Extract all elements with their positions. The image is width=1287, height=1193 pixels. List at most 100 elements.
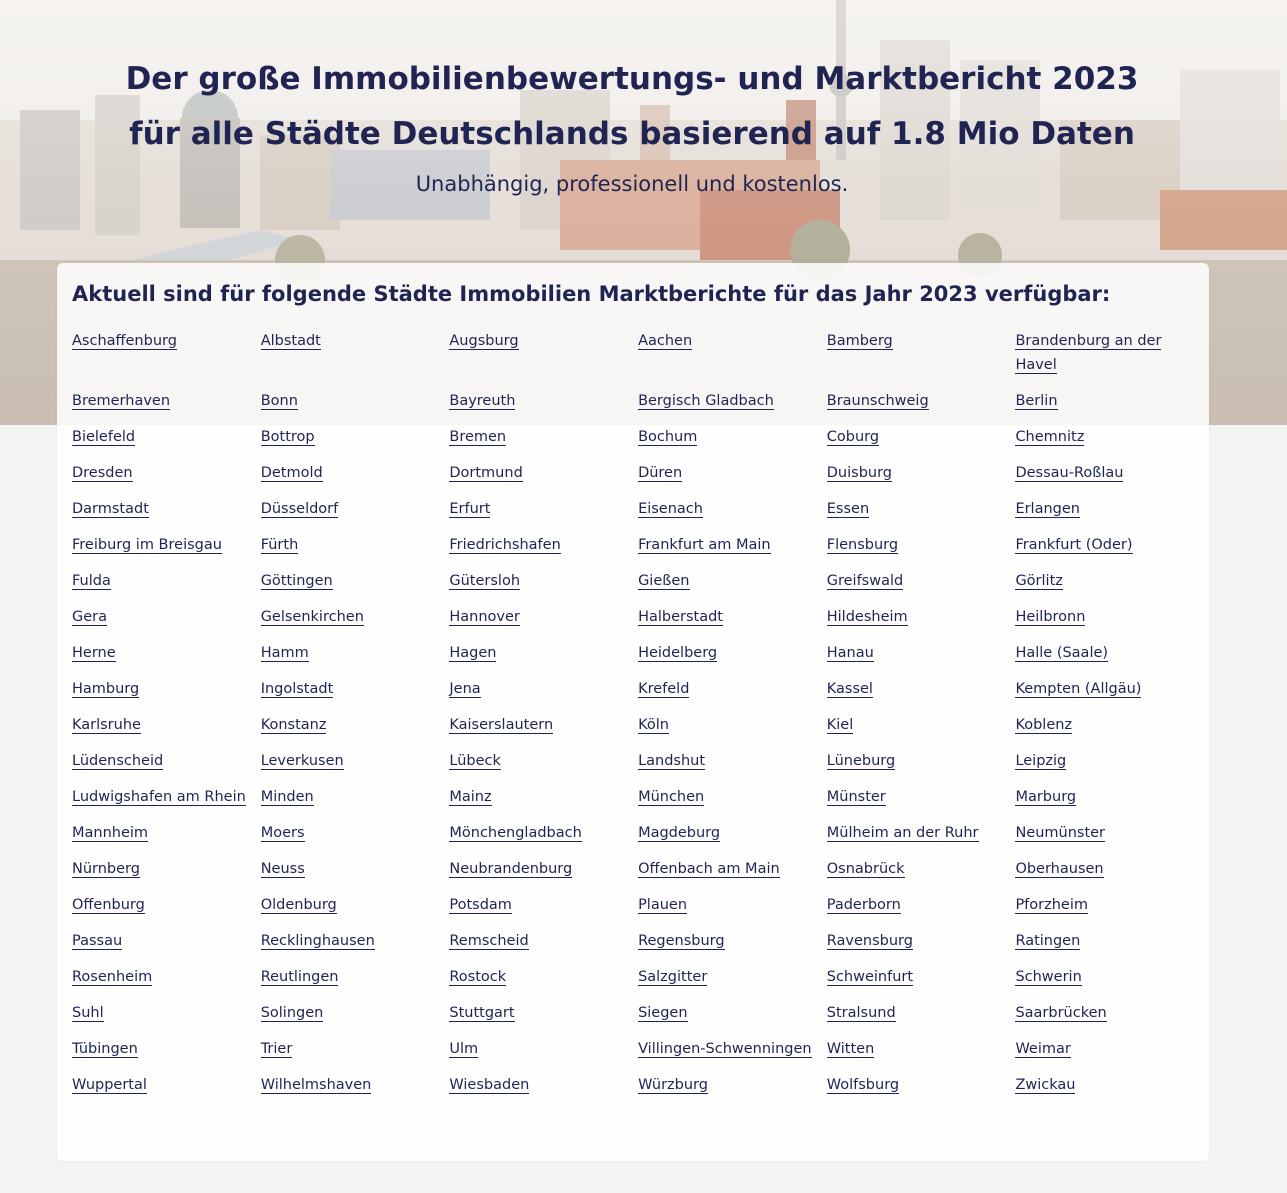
city-link[interactable]: Villingen-Schwenningen (638, 1041, 812, 1058)
city-link[interactable]: Oberhausen (1015, 861, 1104, 878)
city-link[interactable]: Potsdam (449, 897, 512, 914)
city-link[interactable]: Koblenz (1015, 717, 1073, 734)
city-link[interactable]: Brandenburg an der Havel (1015, 333, 1162, 374)
city-link[interactable]: Kaiserslautern (449, 717, 554, 734)
city-link[interactable]: Neuss (260, 861, 305, 878)
city-link[interactable]: Remscheid (449, 933, 529, 950)
city-link[interactable]: Göttingen (260, 573, 333, 590)
city-link[interactable]: Fulda (72, 573, 111, 590)
city-link[interactable]: Bonn (260, 393, 298, 410)
city-link[interactable]: Witten (826, 1041, 875, 1058)
city-link[interactable]: Augsburg (449, 333, 519, 350)
city-link[interactable]: Lübeck (449, 753, 501, 770)
city-link[interactable]: Neubrandenburg (449, 861, 573, 878)
city-link[interactable]: Berlin (1015, 393, 1058, 410)
city-link[interactable]: Bamberg (826, 333, 893, 350)
city-link[interactable]: Karlsruhe (72, 717, 141, 734)
city-link[interactable]: Weimar (1015, 1041, 1071, 1058)
city-link[interactable]: Stralsund (826, 1005, 896, 1022)
city-link[interactable]: Plauen (638, 897, 688, 914)
city-link[interactable]: Halle (Saale) (1015, 645, 1109, 662)
city-link[interactable]: Bochum (638, 429, 698, 446)
city-link[interactable]: Fürth (260, 537, 299, 554)
city-link[interactable]: Coburg (826, 429, 880, 446)
city-link[interactable]: München (638, 789, 705, 806)
city-link[interactable]: Münster (826, 789, 886, 806)
city-link[interactable]: Landshut (638, 753, 706, 770)
city-link[interactable]: Aschaffenburg (72, 333, 177, 350)
city-link[interactable]: Braunschweig (826, 393, 929, 410)
city-link[interactable]: Dessau-Roßlau (1015, 465, 1124, 482)
city-link[interactable]: Aachen (638, 333, 693, 350)
city-link[interactable]: Friedrichshafen (449, 537, 561, 554)
city-link[interactable]: Oldenburg (260, 897, 337, 914)
city-link[interactable]: Erlangen (1015, 501, 1080, 518)
city-link[interactable]: Görlitz (1015, 573, 1063, 590)
city-link[interactable]: Offenburg (72, 897, 145, 914)
city-link[interactable]: Mannheim (72, 825, 149, 842)
city-link[interactable]: Wuppertal (72, 1077, 147, 1094)
city-link[interactable]: Erfurt (449, 501, 491, 518)
city-link[interactable]: Ratingen (1015, 933, 1081, 950)
city-link[interactable]: Düsseldorf (260, 501, 339, 518)
city-link[interactable]: Offenbach am Main (638, 861, 780, 878)
city-link[interactable]: Reutlingen (260, 969, 339, 986)
city-link[interactable]: Lüneburg (826, 753, 896, 770)
city-link[interactable]: Rosenheim (72, 969, 153, 986)
city-link[interactable]: Duisburg (826, 465, 892, 482)
city-link[interactable]: Passau (72, 933, 123, 950)
city-link[interactable]: Ludwigshafen am Rhein (72, 789, 246, 806)
city-link[interactable]: Lüdenscheid (72, 753, 164, 770)
city-link[interactable]: Frankfurt am Main (638, 537, 771, 554)
city-link[interactable]: Essen (826, 501, 870, 518)
city-link[interactable]: Dresden (72, 465, 133, 482)
city-link[interactable]: Nürnberg (72, 861, 140, 878)
city-link[interactable]: Dortmund (449, 465, 523, 482)
city-link[interactable]: Detmold (260, 465, 323, 482)
city-link[interactable]: Ulm (449, 1041, 479, 1058)
city-link[interactable]: Bremen (449, 429, 507, 446)
city-link[interactable]: Leverkusen (260, 753, 344, 770)
city-link[interactable]: Leipzig (1015, 753, 1067, 770)
city-link[interactable]: Pforzheim (1015, 897, 1088, 914)
city-link[interactable]: Gießen (638, 573, 690, 590)
city-link[interactable]: Zwickau (1015, 1077, 1076, 1094)
city-link[interactable]: Salzgitter (638, 969, 708, 986)
city-link[interactable]: Regensburg (638, 933, 725, 950)
city-link[interactable]: Hanau (826, 645, 874, 662)
city-link[interactable]: Hildesheim (826, 609, 908, 626)
city-link[interactable]: Darmstadt (72, 501, 149, 518)
city-link[interactable]: Chemnitz (1015, 429, 1085, 446)
city-link[interactable]: Bremerhaven (72, 393, 171, 410)
city-link[interactable]: Würzburg (638, 1077, 708, 1094)
city-link[interactable]: Bergisch Gladbach (638, 393, 774, 410)
city-link[interactable]: Flensburg (826, 537, 899, 554)
city-link[interactable]: Tübingen (72, 1041, 138, 1058)
city-link[interactable]: Hannover (449, 609, 520, 626)
city-link[interactable]: Schweinfurt (826, 969, 914, 986)
city-link[interactable]: Hamburg (72, 681, 140, 698)
city-link[interactable]: Mülheim an der Ruhr (826, 825, 979, 842)
city-link[interactable]: Bottrop (260, 429, 315, 446)
city-link[interactable]: Mönchengladbach (449, 825, 582, 842)
city-link[interactable]: Suhl (72, 1005, 104, 1022)
city-link[interactable]: Trier (260, 1041, 293, 1058)
city-link[interactable]: Bielefeld (72, 429, 136, 446)
city-link[interactable]: Minden (260, 789, 314, 806)
city-link[interactable]: Frankfurt (Oder) (1015, 537, 1133, 554)
city-link[interactable]: Kassel (826, 681, 873, 698)
city-link[interactable]: Neumünster (1015, 825, 1106, 842)
city-link[interactable]: Kiel (826, 717, 854, 734)
city-link[interactable]: Freiburg im Breisgau (72, 537, 222, 554)
city-link[interactable]: Stuttgart (449, 1005, 515, 1022)
city-link[interactable]: Marburg (1015, 789, 1077, 806)
city-link[interactable]: Greifswald (826, 573, 904, 590)
city-link[interactable]: Düren (638, 465, 683, 482)
city-link[interactable]: Bayreuth (449, 393, 516, 410)
city-link[interactable]: Halberstadt (638, 609, 723, 626)
city-link[interactable]: Heilbronn (1015, 609, 1086, 626)
city-link[interactable]: Solingen (260, 1005, 324, 1022)
city-link[interactable]: Hamm (260, 645, 309, 662)
city-link[interactable]: Konstanz (260, 717, 327, 734)
city-link[interactable]: Eisenach (638, 501, 703, 518)
